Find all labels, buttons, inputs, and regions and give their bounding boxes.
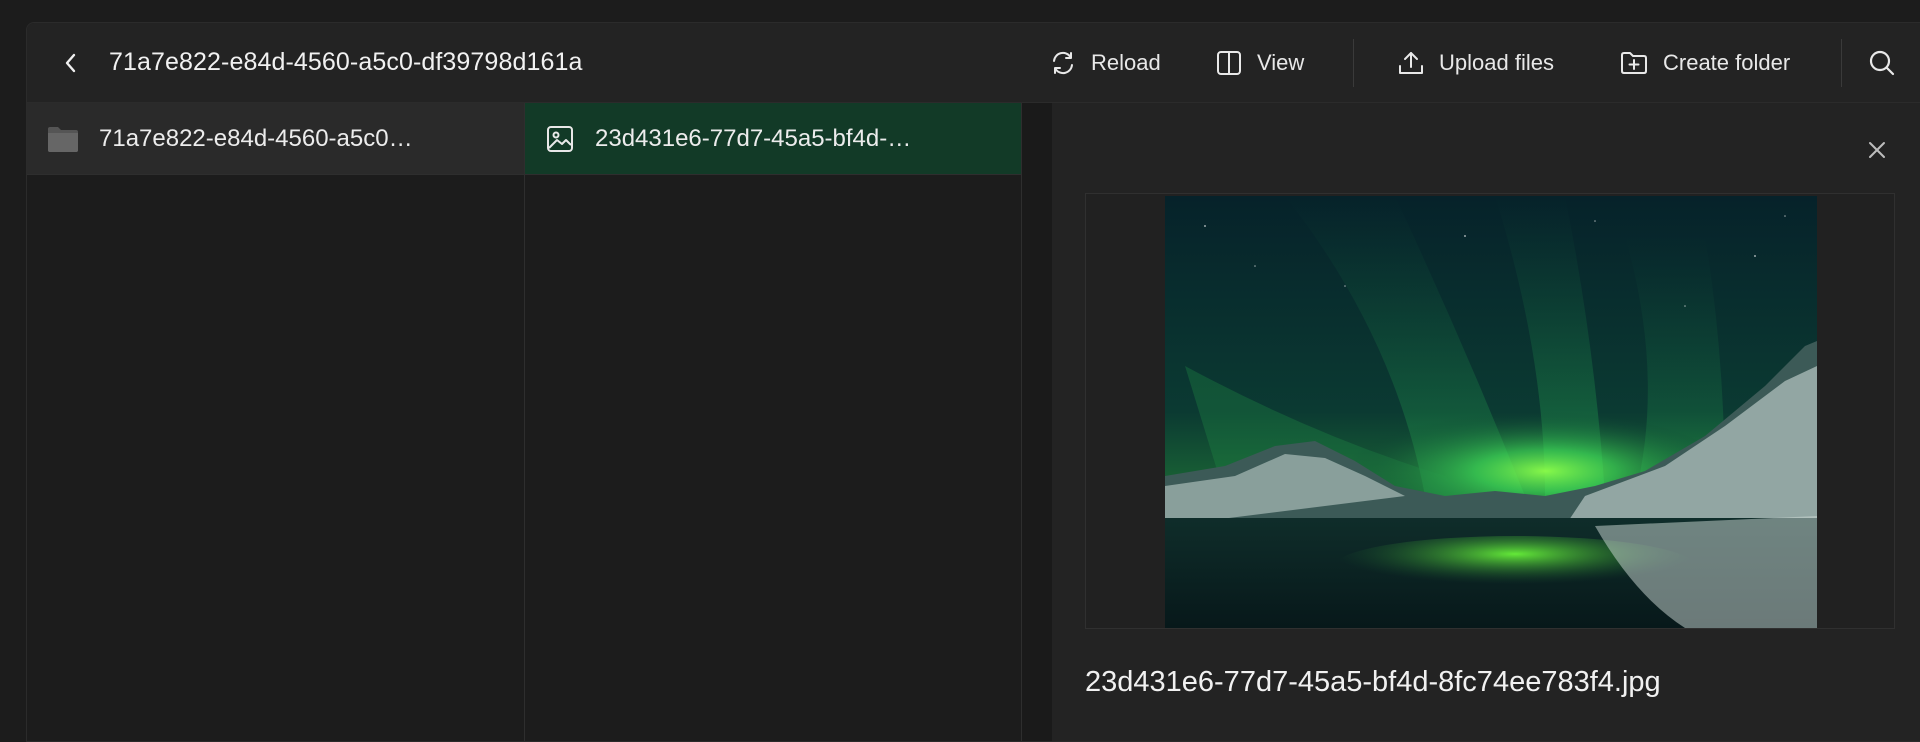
chevron-left-icon	[63, 52, 79, 74]
search-button[interactable]	[1867, 39, 1897, 87]
file-item-label: 23d431e6-77d7-45a5-bf4d-…	[595, 124, 912, 152]
folder-item-label: 71a7e822-e84d-4560-a5c0…	[99, 124, 413, 152]
back-button[interactable]	[49, 41, 93, 85]
column-gutter	[1022, 103, 1052, 741]
preview-image	[1165, 196, 1817, 628]
close-preview-button[interactable]	[1862, 135, 1892, 165]
upload-files-label: Upload files	[1439, 50, 1554, 75]
reload-button[interactable]: Reload	[1049, 39, 1161, 87]
view-button[interactable]: View	[1215, 39, 1304, 87]
create-folder-label: Create folder	[1663, 50, 1791, 75]
folder-plus-icon	[1619, 49, 1649, 77]
columns-view-icon	[1215, 49, 1243, 77]
image-preview-frame	[1085, 193, 1895, 629]
close-icon	[1867, 140, 1887, 160]
preview-filename: 23d431e6-77d7-45a5-bf4d-8fc74ee783f4.jpg	[1085, 666, 1661, 698]
reload-label: Reload	[1091, 50, 1161, 75]
preview-panel: 23d431e6-77d7-45a5-bf4d-8fc74ee783f4.jpg	[1052, 103, 1920, 741]
view-label: View	[1257, 50, 1305, 75]
reload-icon	[1049, 49, 1077, 77]
toolbar-divider	[1353, 39, 1354, 87]
upload-icon	[1397, 49, 1425, 77]
file-column: 23d431e6-77d7-45a5-bf4d-…	[525, 103, 1022, 741]
toolbar: 71a7e822-e84d-4560-a5c0-df39798d161a Rel…	[27, 23, 1920, 103]
image-icon	[545, 124, 575, 154]
file-item-selected[interactable]: 23d431e6-77d7-45a5-bf4d-…	[525, 103, 1021, 175]
folder-column: 71a7e822-e84d-4560-a5c0…	[27, 103, 525, 741]
path-title: 71a7e822-e84d-4560-a5c0-df39798d161a	[109, 48, 583, 76]
file-browser-window: 71a7e822-e84d-4560-a5c0-df39798d161a Rel…	[26, 22, 1920, 742]
search-icon	[1867, 48, 1897, 78]
create-folder-button[interactable]: Create folder	[1619, 39, 1790, 87]
folder-item[interactable]: 71a7e822-e84d-4560-a5c0…	[27, 103, 524, 175]
upload-files-button[interactable]: Upload files	[1397, 39, 1554, 87]
toolbar-divider	[1841, 39, 1842, 87]
folder-icon	[47, 125, 79, 153]
